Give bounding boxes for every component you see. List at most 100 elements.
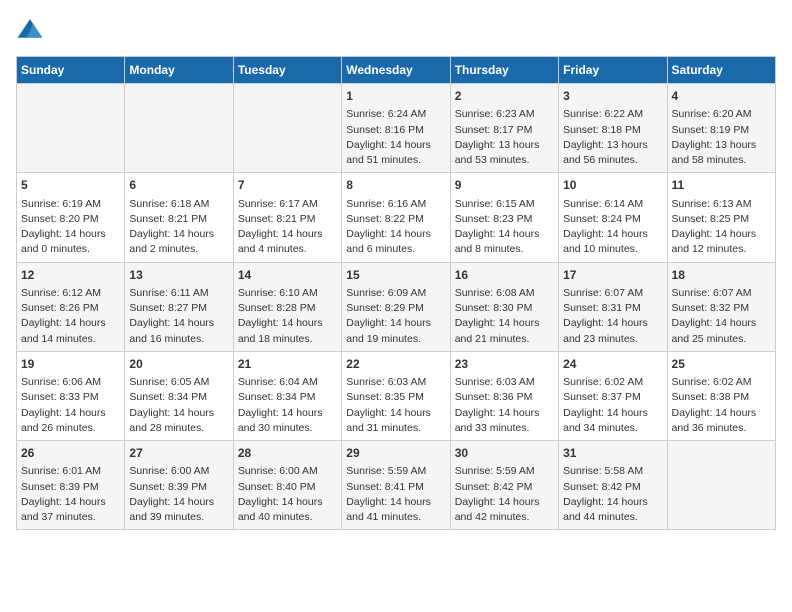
calendar-cell: 29Sunrise: 5:59 AMSunset: 8:41 PMDayligh… (342, 441, 450, 530)
day-info: Sunrise: 6:10 AM (238, 286, 337, 301)
day-info: Sunset: 8:35 PM (346, 390, 445, 405)
day-info: Sunset: 8:16 PM (346, 123, 445, 138)
day-info: Daylight: 14 hours (672, 227, 771, 242)
day-info: and 34 minutes. (563, 421, 662, 436)
day-info: Daylight: 13 hours (455, 138, 554, 153)
day-info: Daylight: 14 hours (238, 316, 337, 331)
calendar-cell: 27Sunrise: 6:00 AMSunset: 8:39 PMDayligh… (125, 441, 233, 530)
day-info: Sunrise: 6:22 AM (563, 107, 662, 122)
day-info: Sunset: 8:37 PM (563, 390, 662, 405)
day-number: 31 (563, 445, 662, 462)
header-monday: Monday (125, 57, 233, 84)
day-number: 9 (455, 177, 554, 194)
day-info: Sunrise: 5:59 AM (346, 464, 445, 479)
day-info: Sunrise: 6:00 AM (129, 464, 228, 479)
day-number: 16 (455, 267, 554, 284)
day-info: and 16 minutes. (129, 332, 228, 347)
calendar-week-row: 26Sunrise: 6:01 AMSunset: 8:39 PMDayligh… (17, 441, 776, 530)
day-info: Daylight: 14 hours (563, 495, 662, 510)
day-number: 8 (346, 177, 445, 194)
calendar-cell: 18Sunrise: 6:07 AMSunset: 8:32 PMDayligh… (667, 262, 775, 351)
calendar-week-row: 19Sunrise: 6:06 AMSunset: 8:33 PMDayligh… (17, 351, 776, 440)
calendar-cell: 9Sunrise: 6:15 AMSunset: 8:23 PMDaylight… (450, 173, 558, 262)
day-info: and 33 minutes. (455, 421, 554, 436)
calendar-cell: 21Sunrise: 6:04 AMSunset: 8:34 PMDayligh… (233, 351, 341, 440)
day-info: Daylight: 14 hours (346, 138, 445, 153)
calendar-cell (233, 84, 341, 173)
day-info: Sunset: 8:19 PM (672, 123, 771, 138)
day-info: Sunset: 8:20 PM (21, 212, 120, 227)
day-info: Sunset: 8:17 PM (455, 123, 554, 138)
day-info: Sunset: 8:30 PM (455, 301, 554, 316)
day-info: and 21 minutes. (455, 332, 554, 347)
calendar-cell (667, 441, 775, 530)
logo (16, 16, 48, 44)
day-info: Daylight: 14 hours (21, 227, 120, 242)
day-info: Sunset: 8:32 PM (672, 301, 771, 316)
day-info: Daylight: 14 hours (455, 227, 554, 242)
calendar-cell: 13Sunrise: 6:11 AMSunset: 8:27 PMDayligh… (125, 262, 233, 351)
calendar-cell: 30Sunrise: 5:59 AMSunset: 8:42 PMDayligh… (450, 441, 558, 530)
day-info: Daylight: 14 hours (129, 227, 228, 242)
calendar-cell: 1Sunrise: 6:24 AMSunset: 8:16 PMDaylight… (342, 84, 450, 173)
day-number: 26 (21, 445, 120, 462)
day-info: and 41 minutes. (346, 510, 445, 525)
day-info: Daylight: 14 hours (672, 406, 771, 421)
day-info: Sunset: 8:21 PM (129, 212, 228, 227)
day-info: Daylight: 14 hours (672, 316, 771, 331)
day-info: and 23 minutes. (563, 332, 662, 347)
day-info: and 44 minutes. (563, 510, 662, 525)
day-info: and 18 minutes. (238, 332, 337, 347)
day-info: Sunset: 8:22 PM (346, 212, 445, 227)
day-info: Sunrise: 6:06 AM (21, 375, 120, 390)
calendar-cell: 19Sunrise: 6:06 AMSunset: 8:33 PMDayligh… (17, 351, 125, 440)
day-info: Sunrise: 6:02 AM (563, 375, 662, 390)
day-number: 22 (346, 356, 445, 373)
calendar-cell: 17Sunrise: 6:07 AMSunset: 8:31 PMDayligh… (559, 262, 667, 351)
header-sunday: Sunday (17, 57, 125, 84)
calendar-cell: 16Sunrise: 6:08 AMSunset: 8:30 PMDayligh… (450, 262, 558, 351)
day-info: and 28 minutes. (129, 421, 228, 436)
day-info: Sunrise: 6:08 AM (455, 286, 554, 301)
calendar-cell: 12Sunrise: 6:12 AMSunset: 8:26 PMDayligh… (17, 262, 125, 351)
day-info: Sunset: 8:25 PM (672, 212, 771, 227)
day-number: 19 (21, 356, 120, 373)
day-info: Sunset: 8:21 PM (238, 212, 337, 227)
day-info: and 30 minutes. (238, 421, 337, 436)
day-number: 21 (238, 356, 337, 373)
day-info: Sunset: 8:41 PM (346, 480, 445, 495)
day-number: 27 (129, 445, 228, 462)
calendar-cell: 8Sunrise: 6:16 AMSunset: 8:22 PMDaylight… (342, 173, 450, 262)
day-number: 20 (129, 356, 228, 373)
day-info: Daylight: 14 hours (346, 406, 445, 421)
day-number: 28 (238, 445, 337, 462)
day-info: Sunset: 8:27 PM (129, 301, 228, 316)
day-info: Daylight: 14 hours (346, 227, 445, 242)
day-info: and 8 minutes. (455, 242, 554, 257)
day-info: and 26 minutes. (21, 421, 120, 436)
day-info: Sunset: 8:34 PM (238, 390, 337, 405)
day-info: Sunset: 8:42 PM (455, 480, 554, 495)
day-info: Sunrise: 6:03 AM (455, 375, 554, 390)
day-number: 11 (672, 177, 771, 194)
calendar-cell: 23Sunrise: 6:03 AMSunset: 8:36 PMDayligh… (450, 351, 558, 440)
day-number: 14 (238, 267, 337, 284)
calendar-cell: 6Sunrise: 6:18 AMSunset: 8:21 PMDaylight… (125, 173, 233, 262)
calendar-cell: 5Sunrise: 6:19 AMSunset: 8:20 PMDaylight… (17, 173, 125, 262)
day-number: 25 (672, 356, 771, 373)
day-info: and 14 minutes. (21, 332, 120, 347)
day-info: Daylight: 13 hours (563, 138, 662, 153)
day-info: Sunrise: 6:20 AM (672, 107, 771, 122)
day-info: and 56 minutes. (563, 153, 662, 168)
day-info: Daylight: 14 hours (21, 406, 120, 421)
day-info: Sunrise: 6:11 AM (129, 286, 228, 301)
logo-icon (16, 16, 44, 44)
day-info: Sunrise: 6:15 AM (455, 197, 554, 212)
day-info: Sunset: 8:38 PM (672, 390, 771, 405)
calendar-cell: 2Sunrise: 6:23 AMSunset: 8:17 PMDaylight… (450, 84, 558, 173)
day-info: Daylight: 13 hours (672, 138, 771, 153)
day-info: and 0 minutes. (21, 242, 120, 257)
day-info: Daylight: 14 hours (346, 495, 445, 510)
calendar-cell: 31Sunrise: 5:58 AMSunset: 8:42 PMDayligh… (559, 441, 667, 530)
day-number: 13 (129, 267, 228, 284)
